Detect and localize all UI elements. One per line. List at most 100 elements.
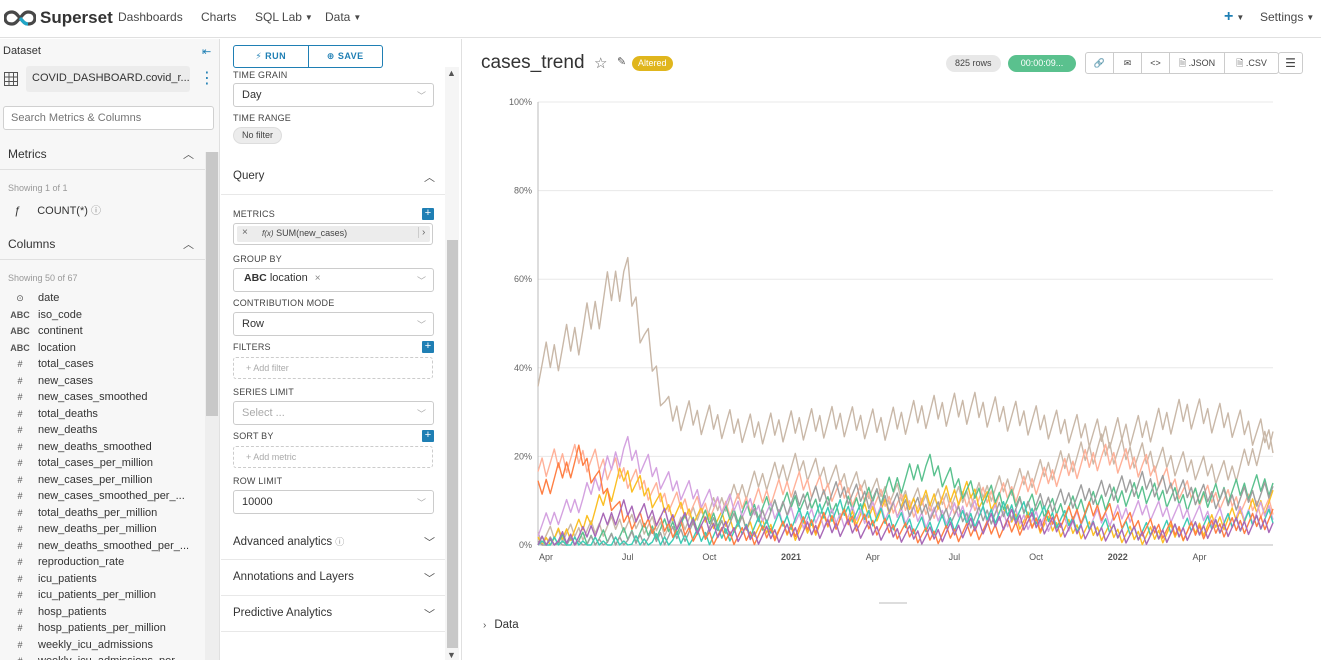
column-item[interactable]: # new_deaths_smoothed: [0, 440, 205, 457]
column-item[interactable]: # new_deaths_smoothed_per_...: [0, 539, 205, 556]
add-filter-plus-icon[interactable]: +: [422, 341, 434, 353]
superset-logo[interactable]: Superset: [4, 7, 113, 29]
column-name: icu_patients_per_million: [38, 589, 157, 601]
y-tick-label: 40%: [514, 363, 532, 373]
hamburger-menu-icon[interactable]: ☰: [1278, 52, 1303, 74]
contribution-mode-select[interactable]: Row ﹀: [233, 312, 434, 336]
nav-sql-lab[interactable]: SQL Lab ▼: [255, 10, 313, 24]
export-csv-button[interactable]: 🗎 .CSV: [1225, 53, 1278, 73]
star-icon[interactable]: ☆: [594, 54, 607, 72]
column-item[interactable]: ABC location: [0, 341, 205, 358]
save-button[interactable]: ⊕ SAVE: [309, 46, 383, 67]
data-section-toggle[interactable]: › Data: [483, 619, 519, 631]
question-circle-icon[interactable]: ⓘ: [91, 206, 101, 217]
x-tick-label: 2022: [1108, 552, 1128, 562]
nav-dashboards[interactable]: Dashboards: [118, 10, 183, 24]
function-icon: ƒ: [14, 205, 21, 217]
link-icon[interactable]: 🔗: [1086, 53, 1114, 73]
dataset-selector[interactable]: COVID_DASHBOARD.covid_r...: [26, 66, 190, 92]
add-metric-plus-icon[interactable]: +: [422, 208, 434, 220]
column-name: new_cases: [38, 374, 94, 387]
annotations-layers-header[interactable]: Annotations and Layers ﹀: [221, 560, 446, 596]
embed-code-icon[interactable]: <>: [1142, 53, 1170, 73]
metric-selection[interactable]: × f(x) SUM(new_cases) ›: [233, 223, 433, 245]
columns-section-header[interactable]: Columns ︿: [0, 226, 205, 260]
time-grain-select[interactable]: Day ﹀: [233, 83, 434, 107]
chevron-up-icon: ︿: [183, 149, 194, 161]
scrollbar-thumb[interactable]: [206, 152, 218, 416]
column-item[interactable]: # icu_patients_per_million: [0, 588, 205, 605]
column-item[interactable]: # hosp_patients: [0, 605, 205, 622]
nav-settings[interactable]: Settings ▼: [1260, 10, 1314, 24]
line-chart[interactable]: 100% 80% 60% 40% 20% 0% Apr Jul Oct 2021 Apr Jul Oct…: [500, 92, 1300, 572]
remove-icon[interactable]: ×: [242, 227, 248, 238]
resize-handle[interactable]: [879, 602, 907, 604]
x-tick-label: Apr: [539, 552, 553, 562]
column-item[interactable]: # new_cases_smoothed_per_...: [0, 489, 205, 506]
chevron-right-icon: ›: [483, 620, 487, 631]
numeric-type-icon: #: [17, 491, 23, 501]
group-by-select[interactable]: ABC location × ﹀: [233, 268, 434, 292]
column-item[interactable]: # new_cases_smoothed: [0, 390, 205, 407]
scrollbar-thumb[interactable]: [447, 240, 458, 648]
scroll-up-icon[interactable]: ▲: [447, 68, 456, 78]
time-range-pill[interactable]: No filter: [233, 127, 283, 144]
nav-charts[interactable]: Charts: [201, 10, 236, 24]
chevron-down-icon: ﹀: [416, 320, 426, 330]
column-item[interactable]: # reproduction_rate: [0, 555, 205, 572]
file-icon: 🗎: [1236, 58, 1244, 68]
email-icon[interactable]: ✉: [1114, 53, 1142, 73]
column-item[interactable]: ⊙ date: [0, 291, 205, 308]
column-item[interactable]: ABC continent: [0, 324, 205, 341]
export-json-button[interactable]: 🗎 .JSON: [1170, 53, 1225, 73]
metrics-section-header[interactable]: Metrics ︿: [0, 136, 205, 170]
run-button[interactable]: ⚡ RUN: [234, 46, 308, 67]
altered-badge[interactable]: Altered: [632, 56, 673, 71]
column-item[interactable]: # hosp_patients_per_million: [0, 621, 205, 638]
search-input[interactable]: [4, 107, 213, 129]
column-item[interactable]: # total_cases: [0, 357, 205, 374]
column-name: weekly_icu_admissions: [38, 638, 153, 651]
metric-item[interactable]: ƒ COUNT(*) ⓘ: [14, 202, 101, 217]
dataset-scrollbar[interactable]: [205, 152, 219, 660]
chart-title[interactable]: cases_trend: [481, 52, 585, 74]
nav-data[interactable]: Data ▼: [325, 10, 361, 24]
chevron-right-icon[interactable]: ›: [418, 227, 425, 238]
column-name: hosp_patients: [38, 605, 107, 618]
column-item[interactable]: # weekly_icu_admissions: [0, 638, 205, 655]
plus-icon[interactable]: + ▼: [1224, 8, 1244, 26]
add-sort-plus-icon[interactable]: +: [422, 430, 434, 442]
chevron-down-icon: ﹀: [424, 573, 435, 585]
column-item[interactable]: ABC iso_code: [0, 308, 205, 325]
column-item[interactable]: # total_cases_per_million: [0, 456, 205, 473]
collapse-panel-icon[interactable]: ⇤: [202, 45, 211, 58]
series-limit-placeholder: Select ...: [242, 407, 285, 419]
add-filter-button[interactable]: + Add filter: [233, 357, 433, 379]
column-item[interactable]: # new_deaths_per_million: [0, 522, 205, 539]
more-options-icon[interactable]: ⋮: [199, 70, 215, 88]
series-limit-select[interactable]: Select ... ﹀: [233, 401, 434, 425]
advanced-analytics-header[interactable]: Advanced analytics ⓘ ﹀: [221, 524, 446, 560]
predictive-analytics-title: Predictive Analytics: [233, 607, 333, 619]
y-tick-label: 0%: [519, 540, 532, 550]
column-item[interactable]: # new_deaths: [0, 423, 205, 440]
info-icon[interactable]: ⓘ: [335, 537, 344, 547]
search-metrics-columns[interactable]: [3, 106, 214, 130]
column-item[interactable]: # total_deaths: [0, 407, 205, 424]
column-item[interactable]: # weekly_icu_admissions_per_...: [0, 654, 205, 660]
column-item[interactable]: # new_cases_per_million: [0, 473, 205, 490]
edit-icon[interactable]: ✎: [617, 55, 626, 68]
y-tick-label: 80%: [514, 186, 532, 196]
clock-icon: ⊙: [16, 293, 24, 303]
remove-icon[interactable]: ×: [315, 273, 321, 284]
row-limit-label: ROW LIMIT: [233, 476, 283, 486]
control-panel-scrollbar[interactable]: ▲ ▼: [445, 67, 459, 660]
add-sort-metric-button[interactable]: + Add metric: [233, 446, 433, 468]
row-limit-select[interactable]: 10000 ﹀: [233, 490, 434, 514]
column-item[interactable]: # icu_patients: [0, 572, 205, 589]
scroll-down-icon[interactable]: ▼: [447, 650, 456, 660]
column-item[interactable]: # total_deaths_per_million: [0, 506, 205, 523]
predictive-analytics-header[interactable]: Predictive Analytics ﹀: [221, 596, 446, 632]
query-section-header[interactable]: Query ︿: [221, 159, 446, 195]
column-item[interactable]: # new_cases: [0, 374, 205, 391]
